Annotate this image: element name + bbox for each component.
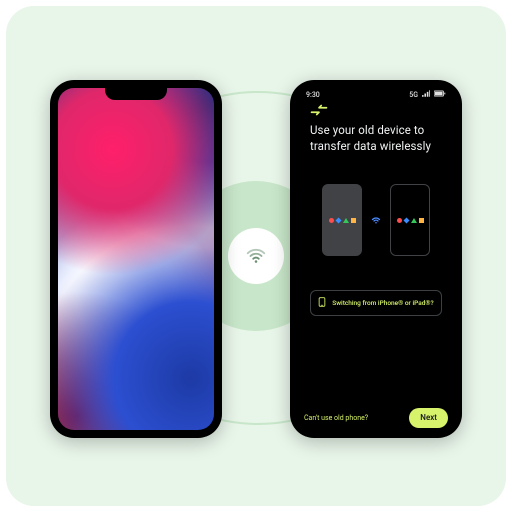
status-network: 5G	[409, 91, 418, 99]
switching-banner[interactable]: Switching from iPhone® or iPad®?	[310, 290, 442, 316]
switching-text: Switching from iPhone® or iPad®?	[332, 300, 433, 307]
swap-icon	[296, 101, 456, 117]
wifi-icon	[245, 245, 267, 267]
battery-icon	[434, 90, 446, 99]
next-button-label: Next	[420, 414, 437, 422]
wifi-badge	[228, 228, 284, 284]
status-time: 9:30	[306, 91, 320, 99]
mini-phone-new	[390, 184, 430, 256]
notch-icon	[105, 88, 167, 100]
cant-use-link[interactable]: Can't use old phone?	[304, 414, 368, 422]
status-bar: 9:30 5G	[296, 86, 456, 101]
transfer-heading: Use your old device to transfer data wir…	[310, 123, 442, 154]
phone-small-icon	[318, 297, 326, 309]
signal-icon	[422, 90, 430, 99]
old-phone-mockup	[50, 80, 222, 438]
next-button[interactable]: Next	[409, 408, 448, 428]
illustration-card: 9:30 5G Use your old device to transfer …	[6, 6, 506, 506]
mini-phone-old	[322, 184, 362, 256]
device-illustration	[310, 184, 442, 256]
transfer-heading-line2: transfer data wirelessly	[310, 139, 431, 153]
old-phone-wallpaper	[58, 88, 214, 430]
transfer-heading-line1: Use your old device to	[310, 123, 424, 137]
new-phone-mockup: 9:30 5G Use your old device to transfer …	[290, 80, 462, 438]
wifi-small-icon	[370, 214, 382, 226]
